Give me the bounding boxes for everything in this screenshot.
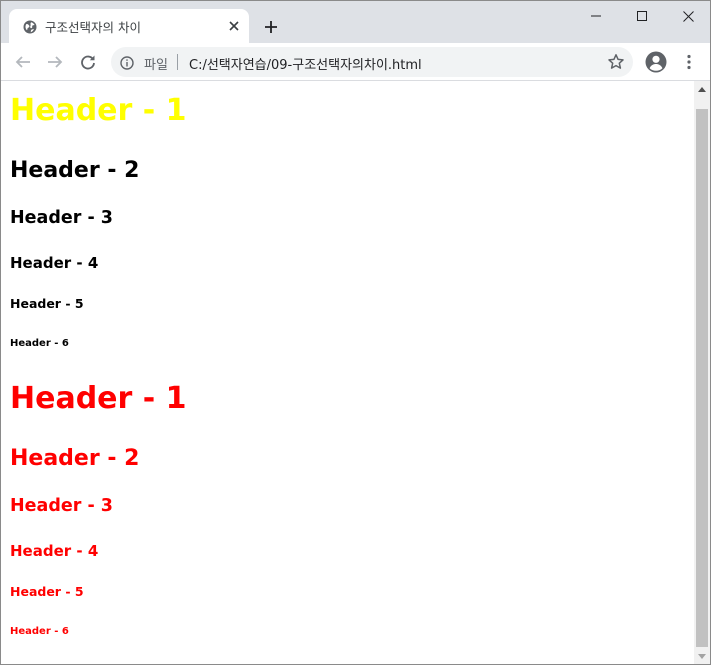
heading-6-red: Header - 6 — [10, 626, 69, 637]
heading-4: Header - 4 — [10, 254, 99, 272]
heading-2: Header - 2 — [10, 158, 140, 183]
maximize-icon[interactable] — [619, 1, 665, 31]
reload-icon[interactable] — [76, 50, 100, 74]
tab-strip: 구조선택자의 차이 — [1, 1, 710, 43]
scroll-down-arrow-icon[interactable] — [694, 648, 710, 664]
close-icon[interactable] — [665, 1, 710, 31]
address-bar[interactable]: 파일 C:/선택자연습/09-구조선택자의차이.html — [111, 47, 633, 77]
url-text[interactable]: C:/선택자연습/09-구조선택자의차이.html — [189, 54, 422, 73]
bookmark-star-icon[interactable] — [607, 53, 625, 71]
heading-3-red: Header - 3 — [10, 496, 113, 516]
profile-avatar-icon[interactable] — [645, 51, 667, 73]
info-icon[interactable] — [120, 55, 134, 70]
forward-arrow-icon[interactable] — [43, 50, 67, 74]
minimize-icon[interactable] — [573, 1, 619, 31]
heading-1-red: Header - 1 — [10, 381, 187, 416]
heading-2-red: Header - 2 — [10, 446, 140, 471]
security-chip-label[interactable]: 파일 — [144, 54, 168, 73]
scroll-thumb[interactable] — [696, 109, 708, 647]
tab-active[interactable]: 구조선택자의 차이 — [9, 9, 249, 43]
back-arrow-icon[interactable] — [11, 50, 35, 74]
heading-4-red: Header - 4 — [10, 542, 99, 560]
vertical-scrollbar[interactable] — [694, 81, 710, 664]
new-tab-plus-icon[interactable] — [260, 16, 282, 38]
chip-separator — [177, 54, 178, 70]
globe-icon — [23, 19, 37, 34]
tab-close-icon[interactable] — [226, 18, 242, 34]
heading-6: Header - 6 — [10, 338, 69, 349]
browser-toolbar: 파일 C:/선택자연습/09-구조선택자의차이.html — [1, 43, 710, 81]
heading-5-red: Header - 5 — [10, 584, 84, 599]
tab-title: 구조선택자의 차이 — [45, 20, 141, 35]
browser-window: 구조선택자의 차이 파일 C:/선택자연습/09-구조선택자의차이.html H… — [0, 0, 711, 665]
page-content: Header - 1 Header - 2 Header - 3 Header … — [1, 81, 694, 664]
kebab-menu-icon[interactable] — [679, 51, 699, 73]
heading-5: Header - 5 — [10, 296, 84, 311]
heading-1: Header - 1 — [10, 93, 187, 128]
scroll-up-arrow-icon[interactable] — [694, 81, 710, 98]
heading-3: Header - 3 — [10, 208, 113, 228]
